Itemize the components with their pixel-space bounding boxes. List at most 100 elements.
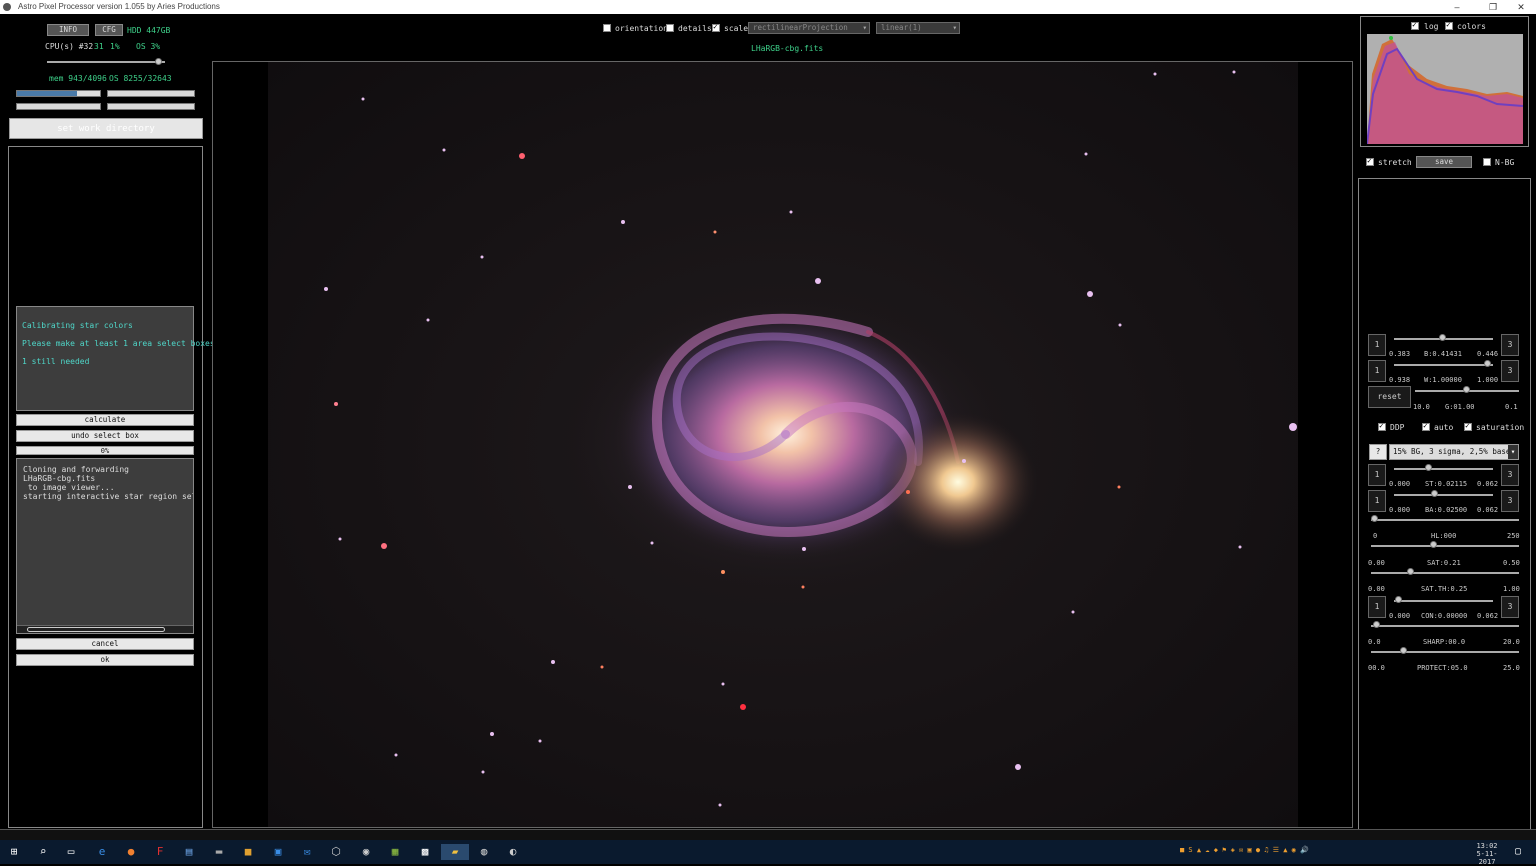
image-viewer[interactable] xyxy=(212,61,1353,828)
app-icon[interactable]: ◐ xyxy=(505,844,521,860)
undo-select-box-button[interactable]: undo select box xyxy=(16,430,194,442)
reset-button[interactable]: reset xyxy=(1368,386,1411,408)
edge-icon[interactable]: e xyxy=(94,844,110,860)
hl-slider[interactable] xyxy=(1371,519,1519,521)
gamma-min: 10.0 xyxy=(1413,403,1430,411)
help-button[interactable]: ? xyxy=(1369,444,1387,460)
hl-min: 0 xyxy=(1373,532,1378,540)
app-icon[interactable]: ▣ xyxy=(270,844,286,860)
w-slider[interactable] xyxy=(1394,364,1493,366)
b-value: B:0.41431 xyxy=(1424,350,1462,358)
con-slider[interactable] xyxy=(1394,600,1493,602)
w-decrease-button[interactable]: 1 xyxy=(1368,360,1386,382)
orientation-checkbox[interactable] xyxy=(603,24,611,32)
task-view-icon[interactable]: ▭ xyxy=(63,844,79,860)
satth-slider[interactable] xyxy=(1371,572,1519,574)
tray-icons[interactable]: ■ S ▲ ☁ ◆ ⚑ ◈ ✉ ▣ ● ♫ ☰ ▲ ◉ 🔊 xyxy=(1180,846,1309,858)
gamma-value: G:01.00 xyxy=(1445,403,1475,411)
outlook-icon[interactable]: ✉ xyxy=(299,844,315,860)
stretch-mode-select[interactable]: linear(1) ▾ xyxy=(876,22,960,34)
histogram-chart xyxy=(1367,34,1523,144)
sharp-slider-knob[interactable] xyxy=(1373,621,1380,628)
windows-start-icon[interactable]: ⊞ xyxy=(6,844,22,860)
sat-slider[interactable] xyxy=(1371,545,1519,547)
saturation-checkbox[interactable] xyxy=(1464,421,1472,431)
protect-slider[interactable] xyxy=(1371,651,1519,653)
log-scrollbar[interactable] xyxy=(17,625,193,633)
satth-slider-knob[interactable] xyxy=(1407,568,1414,575)
app-icon[interactable]: ◍ xyxy=(476,844,492,860)
info-button[interactable]: INFO xyxy=(47,24,89,36)
notepad-icon[interactable]: ▦ xyxy=(387,844,403,860)
app-icon[interactable]: ▬ xyxy=(211,844,227,860)
set-work-directory-button[interactable]: set work directory xyxy=(9,118,203,139)
astro-image[interactable] xyxy=(268,62,1298,827)
cpu-slider-knob[interactable] xyxy=(155,58,162,65)
sat-value: SAT:0.21 xyxy=(1427,559,1461,567)
protect-max: 25.0 xyxy=(1503,664,1520,672)
st-slider[interactable] xyxy=(1394,468,1493,470)
st-decrease-button[interactable]: 1 xyxy=(1368,464,1386,486)
title-bar: Astro Pixel Processor version 1.055 by A… xyxy=(0,0,1536,14)
projection-select[interactable]: rectilinearProjection ▾ xyxy=(748,22,870,34)
log-line: to image viewer... xyxy=(23,483,115,492)
auto-checkbox[interactable] xyxy=(1422,421,1430,431)
search-icon[interactable]: ⌕ xyxy=(35,844,51,860)
sat-slider-knob[interactable] xyxy=(1430,541,1437,548)
stretch-checkbox[interactable] xyxy=(1366,156,1374,166)
log-scroll-thumb[interactable] xyxy=(27,627,165,632)
satth-value: SAT.TH:0.25 xyxy=(1421,585,1468,593)
hl-value: HL:000 xyxy=(1431,532,1457,540)
cpu-slider[interactable] xyxy=(47,61,165,63)
log-checkbox[interactable] xyxy=(1411,20,1419,30)
details-checkbox[interactable] xyxy=(666,24,674,32)
clock[interactable]: 13:02 5-11-2017 xyxy=(1470,842,1504,866)
bar-3 xyxy=(16,103,101,110)
calculate-button[interactable]: calculate xyxy=(16,414,194,426)
cfg-button[interactable]: CFG xyxy=(95,24,123,36)
sat-min: 0.00 xyxy=(1368,559,1385,567)
w-increase-button[interactable]: 3 xyxy=(1501,360,1519,382)
protect-slider-knob[interactable] xyxy=(1400,647,1407,654)
con-decrease-button[interactable]: 1 xyxy=(1368,596,1386,618)
app-icon[interactable]: ◉ xyxy=(358,844,374,860)
ok-button[interactable]: ok xyxy=(16,654,194,666)
b-slider-knob[interactable] xyxy=(1439,334,1446,341)
preset-select[interactable]: 15% BG, 3 sigma, 2,5% base ▾ xyxy=(1389,444,1519,460)
ba-slider-knob[interactable] xyxy=(1431,490,1438,497)
st-slider-knob[interactable] xyxy=(1425,464,1432,471)
close-button[interactable]: ✕ xyxy=(1506,0,1536,14)
nbg-checkbox[interactable] xyxy=(1483,158,1491,166)
b-increase-button[interactable]: 3 xyxy=(1501,334,1519,356)
colors-checkbox[interactable] xyxy=(1445,20,1453,30)
filezilla-icon[interactable]: F xyxy=(152,844,168,860)
save-button[interactable]: save xyxy=(1416,156,1472,168)
ddp-checkbox[interactable] xyxy=(1378,421,1386,431)
b-decrease-button[interactable]: 1 xyxy=(1368,334,1386,356)
con-slider-knob[interactable] xyxy=(1395,596,1402,603)
image-filename: LHaRGB-cbg.fits xyxy=(751,44,824,53)
sharp-slider[interactable] xyxy=(1371,625,1519,627)
notification-icon[interactable]: ▢ xyxy=(1510,844,1526,860)
app-window: INFO CFG HDD 447GB CPU(s) #32 31 1% OS 3… xyxy=(0,14,1536,840)
ba-decrease-button[interactable]: 1 xyxy=(1368,490,1386,512)
hl-slider-knob[interactable] xyxy=(1371,515,1378,522)
con-value: CON:0.00000 xyxy=(1421,612,1468,620)
cancel-button[interactable]: cancel xyxy=(16,638,194,650)
firefox-icon[interactable]: ● xyxy=(123,844,139,860)
app-icon[interactable]: ▤ xyxy=(181,844,197,860)
app-icon[interactable]: ⬡ xyxy=(328,844,344,860)
gamma-slider-knob[interactable] xyxy=(1463,386,1470,393)
file-explorer-icon[interactable]: ▰ xyxy=(441,844,469,860)
st-increase-button[interactable]: 3 xyxy=(1501,464,1519,486)
maximize-button[interactable]: ❐ xyxy=(1478,0,1508,14)
app-icon[interactable]: ▩ xyxy=(417,844,433,860)
con-increase-button[interactable]: 3 xyxy=(1501,596,1519,618)
ba-increase-button[interactable]: 3 xyxy=(1501,490,1519,512)
minimize-button[interactable]: – xyxy=(1442,0,1472,14)
app-icon[interactable]: ■ xyxy=(240,844,256,860)
colors-label: colors xyxy=(1457,22,1486,31)
scale-checkbox[interactable] xyxy=(712,22,720,32)
w-slider-knob[interactable] xyxy=(1484,360,1491,367)
ba-slider[interactable] xyxy=(1394,494,1493,496)
